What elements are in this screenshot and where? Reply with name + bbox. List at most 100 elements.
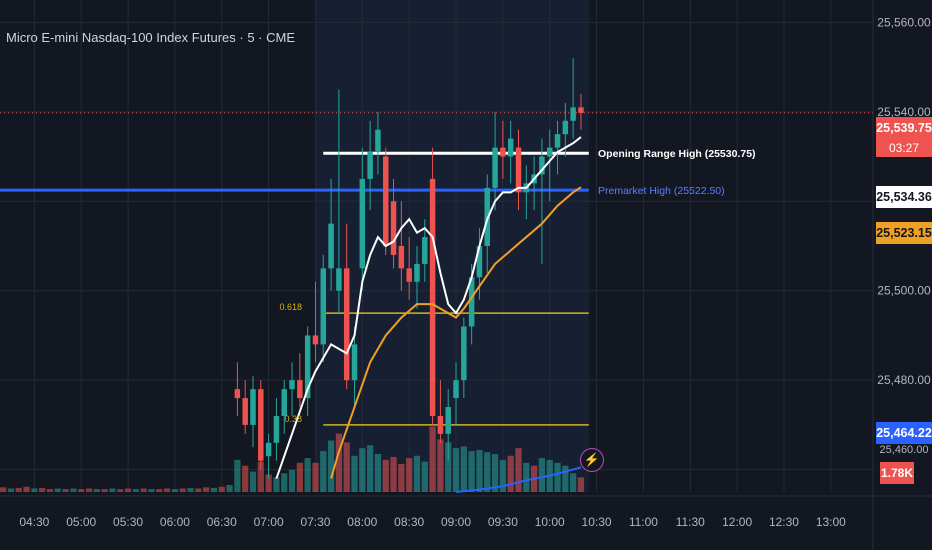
volume-bar	[515, 448, 522, 492]
candle-body	[359, 178, 366, 269]
x-tick-label: 13:00	[816, 515, 846, 529]
candle-body	[351, 344, 358, 381]
candle-body	[437, 415, 444, 434]
obscured-tick-label: 25,460.00	[879, 444, 929, 456]
volume-bar	[117, 489, 124, 492]
volume-bar	[382, 459, 389, 492]
volume-bar	[320, 451, 327, 492]
candle-body	[554, 134, 561, 148]
candle-body	[281, 389, 287, 416]
candle-body	[273, 415, 280, 443]
volume-bar	[327, 440, 335, 492]
volume-bar	[374, 454, 382, 492]
x-tick-label: 12:00	[722, 515, 752, 529]
volume-bar	[554, 462, 561, 492]
y-tick-label: 25,560.00	[877, 15, 931, 29]
volume-bar	[109, 488, 116, 492]
x-tick-label: 08:00	[347, 515, 377, 529]
x-tick-label: 11:30	[676, 515, 705, 529]
candle-body	[422, 237, 428, 264]
volume-bar	[476, 449, 483, 492]
volume-bar	[429, 426, 436, 492]
volume-bar	[203, 487, 210, 492]
x-tick-label: 09:00	[441, 515, 471, 529]
volume-bar	[523, 462, 530, 492]
volume-bar	[273, 477, 280, 492]
candle-body	[578, 107, 584, 113]
volume-bar	[413, 455, 421, 492]
volume-bar	[359, 448, 366, 492]
volume-ma-price-badge[interactable]: 25,464.22	[876, 422, 932, 444]
x-tick-label: 05:00	[66, 515, 96, 529]
pm-high-label: Premarket High (25522.50)	[598, 185, 725, 197]
candle-body	[414, 263, 420, 282]
candle-body	[242, 398, 248, 425]
chart-container[interactable]: Opening Range High (25530.75) Premarket H…	[0, 0, 932, 550]
volume-bar	[570, 473, 577, 492]
volume-bar	[296, 462, 303, 492]
price-chart[interactable]: Opening Range High (25530.75) Premarket H…	[0, 0, 932, 550]
volume-bar	[390, 456, 397, 492]
candle-body	[398, 246, 405, 269]
volume-bar	[132, 489, 139, 492]
volume-bar	[577, 477, 585, 492]
candle-body	[383, 156, 389, 246]
volume-bar	[70, 488, 77, 492]
volume-bar	[7, 488, 15, 492]
volume-bar	[93, 489, 100, 492]
candle-body	[429, 178, 436, 416]
volume-bar	[234, 459, 241, 492]
countdown-badge: 03:27	[876, 139, 932, 157]
x-tick-label: 06:30	[207, 515, 237, 529]
volume-bar	[148, 489, 155, 492]
x-tick-label: 07:30	[300, 515, 330, 529]
chart-title: Micro E-mini Nasdaq-100 Index Futures · …	[6, 30, 295, 45]
volume-bar	[46, 489, 54, 492]
volume-bar	[437, 439, 444, 492]
volume-bar	[187, 487, 194, 492]
x-tick-label: 12:30	[769, 515, 799, 529]
x-tick-label: 05:30	[113, 515, 143, 529]
volume-bar	[406, 458, 413, 492]
last-price-badge[interactable]: 25,539.75	[876, 117, 932, 139]
x-tick-label: 08:30	[394, 515, 424, 529]
volume-bar	[210, 487, 218, 492]
x-tick-label: 07:00	[254, 515, 284, 529]
volume-bar	[156, 489, 163, 492]
volume-bar	[140, 488, 147, 492]
candle-body	[336, 268, 342, 291]
y-tick-label: 25,480.00	[877, 373, 931, 387]
session-shade	[315, 0, 589, 492]
candle-body	[320, 268, 327, 345]
candle-body	[500, 147, 506, 157]
candle-body	[343, 268, 350, 381]
volume-bar	[0, 487, 7, 492]
volume-badge: 1.78K	[880, 462, 914, 484]
candle-body	[406, 268, 412, 282]
volume-bar	[367, 445, 374, 492]
volume-bar	[452, 448, 460, 492]
candle-body	[445, 407, 451, 434]
volume-bar	[242, 465, 249, 492]
volume-bar	[54, 488, 61, 492]
volume-bar	[85, 488, 93, 492]
vwap-price-badge[interactable]: 25,534.36	[876, 186, 932, 208]
volume-bar	[312, 462, 319, 492]
volume-bar	[195, 488, 202, 492]
volume-bar	[62, 489, 69, 492]
candle-body	[375, 129, 381, 153]
candle-body	[492, 147, 498, 188]
candle-body	[453, 380, 459, 399]
volume-bar	[507, 455, 514, 492]
volume-bar	[421, 461, 428, 492]
volume-bar	[460, 446, 467, 492]
volume-bar	[249, 471, 257, 492]
candle-body	[570, 107, 576, 121]
y-tick-label: 25,500.00	[877, 284, 931, 298]
lightning-bolt-icon[interactable]: ⚡	[580, 448, 604, 472]
ema-price-badge[interactable]: 25,523.15	[876, 222, 932, 244]
volume-bar	[398, 463, 405, 492]
candle-body	[367, 152, 373, 179]
volume-bar	[31, 488, 38, 492]
candle-body	[265, 442, 272, 457]
